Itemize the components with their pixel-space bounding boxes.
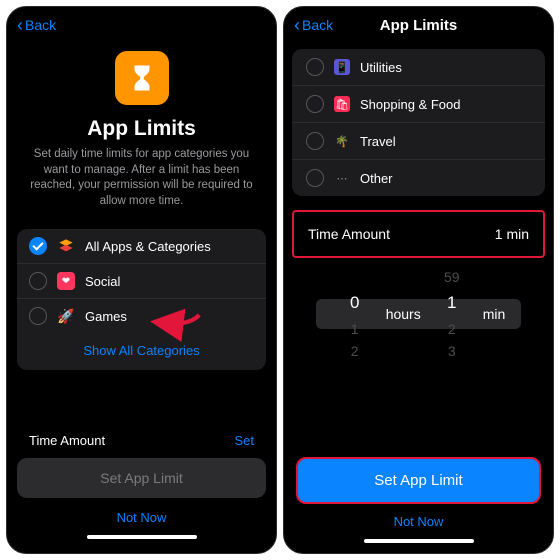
stack-icon	[57, 237, 75, 255]
games-icon: 🚀	[57, 307, 75, 325]
time-amount-row[interactable]: Time Amount 1 min	[292, 210, 545, 258]
content: 📱 Utilities 🛍 Shopping & Food 🌴 Travel ⋯…	[284, 43, 553, 553]
time-amount-label: Time Amount	[29, 433, 105, 448]
time-amount-label: Time Amount	[308, 226, 390, 242]
hours-label: hours	[382, 306, 425, 322]
phone-right: ‹ Back App Limits 📱 Utilities 🛍 Shopping…	[283, 6, 554, 554]
category-label: All Apps & Categories	[85, 239, 211, 254]
show-all-categories-link[interactable]: Show All Categories	[17, 333, 266, 370]
shopping-icon: 🛍	[334, 96, 350, 112]
category-row-all[interactable]: All Apps & Categories	[17, 229, 266, 263]
category-label: Travel	[360, 134, 396, 149]
minutes-value: 1	[425, 288, 479, 318]
category-label: Utilities	[360, 60, 402, 75]
hourglass-icon	[115, 51, 169, 105]
category-label: Games	[85, 309, 127, 324]
chevron-left-icon: ‹	[294, 16, 300, 34]
picker-dim	[328, 266, 382, 288]
footer: Time Amount Set Set App Limit Not Now	[7, 417, 276, 553]
radio-icon	[306, 95, 324, 113]
page-title: App Limits	[25, 117, 258, 141]
hours-value: 0	[328, 288, 382, 318]
back-label: Back	[302, 17, 333, 33]
category-row-other[interactable]: ⋯ Other	[292, 159, 545, 196]
set-app-limit-button-disabled: Set App Limit	[17, 458, 266, 498]
nav-bar: ‹ Back	[7, 7, 276, 43]
radio-icon	[306, 132, 324, 150]
time-set-link[interactable]: Set	[234, 433, 254, 448]
radio-icon	[306, 58, 324, 76]
category-row-social[interactable]: ❤ Social	[17, 263, 266, 298]
radio-icon	[29, 272, 47, 290]
category-label: Social	[85, 274, 120, 289]
social-icon: ❤	[57, 272, 75, 290]
back-button[interactable]: ‹ Back	[294, 16, 333, 34]
home-indicator[interactable]	[87, 535, 197, 539]
category-row-utilities[interactable]: 📱 Utilities	[292, 49, 545, 85]
category-list: All Apps & Categories ❤ Social 🚀 Games S…	[17, 229, 266, 370]
set-app-limit-button[interactable]: Set App Limit	[296, 457, 541, 504]
category-list: 📱 Utilities 🛍 Shopping & Food 🌴 Travel ⋯…	[292, 49, 545, 196]
hero: App Limits Set daily time limits for app…	[7, 43, 276, 221]
category-row-travel[interactable]: 🌴 Travel	[292, 122, 545, 159]
category-label: Other	[360, 171, 393, 186]
picker-dim: 2	[425, 318, 479, 340]
other-icon: ⋯	[334, 170, 350, 186]
chevron-left-icon: ‹	[17, 16, 23, 34]
category-label: Shopping & Food	[360, 97, 460, 112]
time-amount-value: 1 min	[495, 226, 529, 242]
radio-checked-icon	[29, 237, 47, 255]
phone-left: ‹ Back App Limits Set daily time limits …	[6, 6, 277, 554]
radio-icon	[306, 169, 324, 187]
minutes-column[interactable]: 59 1 2 3	[425, 266, 479, 362]
back-button[interactable]: ‹ Back	[17, 16, 56, 34]
picker-dim: 2	[328, 340, 382, 362]
picker-dim: 59	[425, 266, 479, 288]
back-label: Back	[25, 17, 56, 33]
nav-bar: ‹ Back App Limits	[284, 7, 553, 43]
home-indicator[interactable]	[364, 539, 474, 543]
time-picker[interactable]: 0 1 2 hours 59 1 2 3 min	[284, 268, 553, 360]
radio-icon	[29, 307, 47, 325]
content: App Limits Set daily time limits for app…	[7, 43, 276, 553]
footer: Set App Limit Not Now	[284, 451, 553, 553]
hours-column[interactable]: 0 1 2	[328, 266, 382, 362]
utilities-icon: 📱	[334, 59, 350, 75]
travel-icon: 🌴	[334, 133, 350, 149]
page-subtitle: Set daily time limits for app categories…	[25, 147, 258, 209]
category-row-shopping[interactable]: 🛍 Shopping & Food	[292, 85, 545, 122]
picker-dim: 1	[328, 318, 382, 340]
not-now-link[interactable]: Not Now	[17, 508, 266, 529]
minutes-label: min	[479, 306, 510, 322]
picker-dim: 3	[425, 340, 479, 362]
time-amount-row[interactable]: Time Amount Set	[17, 427, 266, 458]
not-now-link[interactable]: Not Now	[290, 512, 547, 533]
category-row-games[interactable]: 🚀 Games	[17, 298, 266, 333]
